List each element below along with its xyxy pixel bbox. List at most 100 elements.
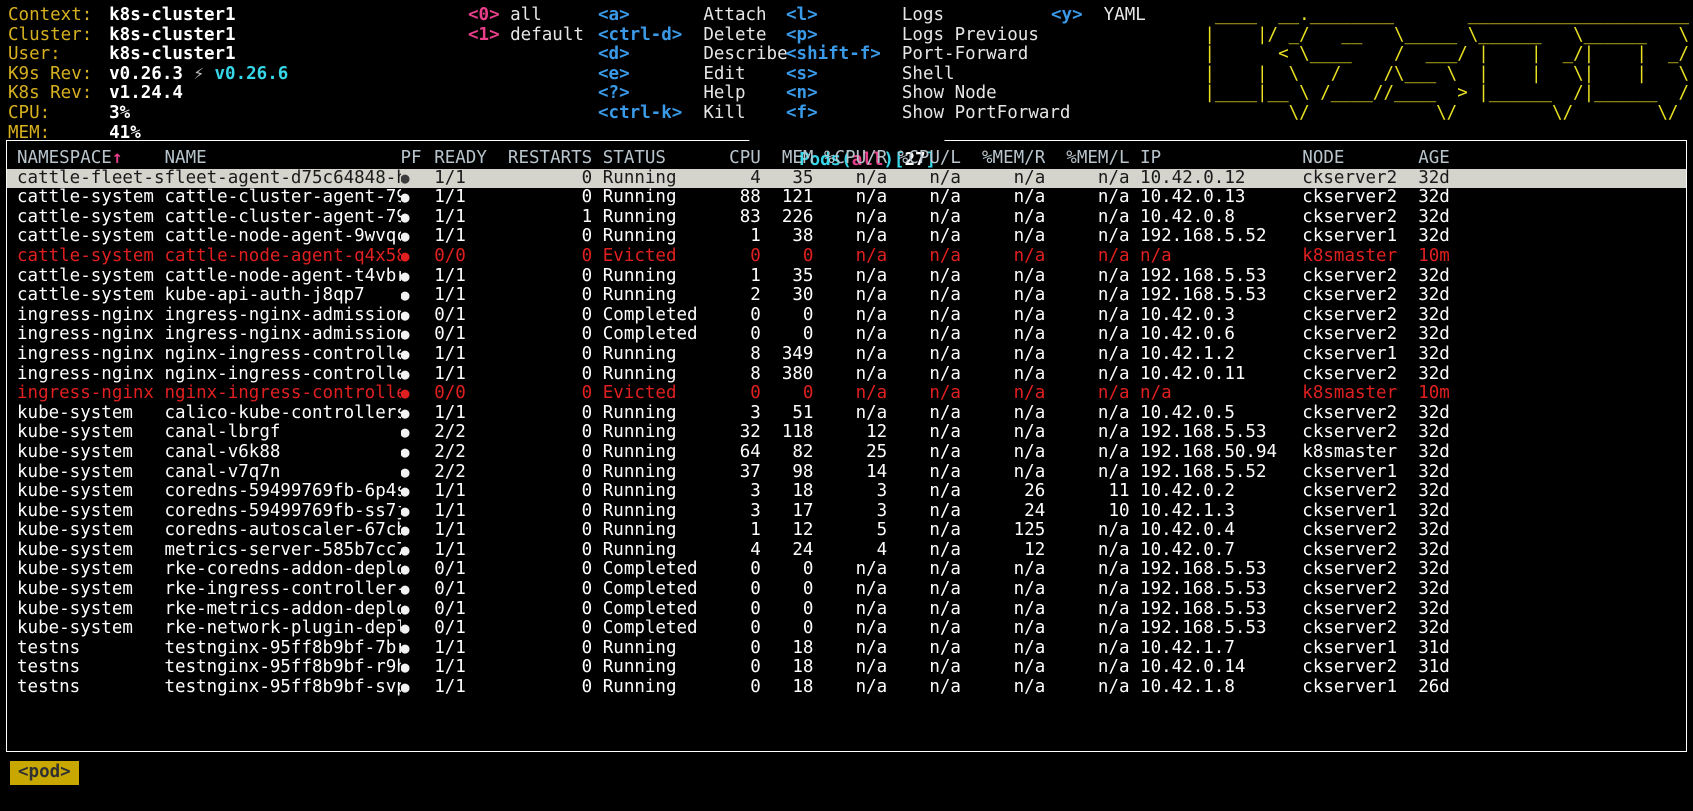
column-header-name[interactable]: NAME [165, 149, 401, 169]
command-shortcut-key[interactable]: <f> [786, 103, 902, 124]
table-row[interactable]: cattle-system cattle-cluster-agent-797bb8… [7, 188, 1686, 208]
command-shortcut-key[interactable]: <y> [1051, 5, 1104, 26]
k9s-header: Context: k8s-cluster1 Cluster: k8s-cluster1… [0, 0, 1693, 142]
table-header-row[interactable]: NAMESPACE↑ NAME PF READY RESTARTS STATUS CPU ME… [7, 149, 1686, 169]
upgrade-bolt-icon: ⚡ [182, 63, 215, 84]
table-row[interactable]: kube-system canal-lbrgf ● 2/2 0 Running 32 118 1… [7, 423, 1686, 443]
column-header-status[interactable]: STATUS [603, 149, 719, 169]
column-header-ready[interactable]: READY [434, 149, 497, 169]
cell-status: Running [602, 638, 677, 658]
command-shortcut-key[interactable]: <e> [598, 64, 703, 85]
table-row[interactable]: ingress-nginx ingress-nginx-admission-cre… [7, 306, 1686, 326]
cell-namespace: kube-system [17, 540, 133, 560]
command-shortcut-row[interactable]: <a> Attach [598, 5, 788, 26]
table-row[interactable]: testns testnginx-95ff8b9bf-7brwk● 1/1 0 Runn… [7, 639, 1686, 659]
table-row[interactable]: kube-system metrics-server-585b7cc746-9wt… [7, 541, 1686, 561]
namespace-shortcut-key[interactable]: <0> [468, 5, 510, 26]
command-shortcut-row[interactable]: <?> Help [598, 84, 788, 104]
table-row[interactable]: cattle-system kube-api-auth-j8qp7 ● 1/1 0 Run… [7, 286, 1686, 306]
command-shortcut-row[interactable]: <e> Edit [598, 64, 788, 85]
cell-ip: 10.42.0.8 [1140, 207, 1235, 227]
command-shortcut-key[interactable]: <p> [786, 25, 902, 46]
table-header-row[interactable]: NAMESPACE↑ NAME PF READY RESTARTS STATUS CPU ME… [7, 149, 1686, 169]
command-shortcut-row[interactable]: <s> Shell [786, 64, 1070, 85]
cell-cpu-request-pct: n/a [855, 619, 888, 639]
table-row[interactable]: kube-system coredns-59499769fb-6p4sv● 1/1 0… [7, 482, 1686, 502]
table-row[interactable]: kube-system rke-coredns-addon-deploy-job-… [7, 560, 1686, 580]
table-row[interactable]: kube-system canal-v6k88 ● 2/2 0 Running 64 82 25… [7, 443, 1686, 463]
table-row[interactable]: cattle-system cattle-node-agent-q4x58● 0/0… [7, 247, 1686, 267]
cluster-info-key: User: [8, 44, 61, 65]
table-row[interactable]: kube-system coredns-autoscaler-67cbd4599c… [7, 521, 1686, 541]
namespace-shortcut-row[interactable]: <0> all [468, 5, 584, 26]
table-row[interactable]: ingress-nginx nginx-ingress-controller-q6… [7, 365, 1686, 385]
command-shortcut-key[interactable]: <shift-f> [786, 45, 902, 65]
cell-name: calico-kube-controllers-74df54cbb7-4lbgh [164, 403, 401, 423]
column-header-pf[interactable]: PF [401, 149, 435, 169]
cell-portforward: ● [401, 345, 435, 365]
command-shortcut-row[interactable]: <d> Describe [598, 44, 788, 65]
column-header-restarts[interactable]: RESTARTS [497, 149, 602, 169]
namespace-shortcut-row[interactable]: <1> default [468, 25, 584, 46]
command-shortcut-row[interactable]: <p> Logs Previous [786, 25, 1070, 46]
pods-table[interactable]: NAMESPACE↑ NAME PF READY RESTARTS STATUS CPU ME… [7, 141, 1686, 751]
command-shortcut-key[interactable]: <a> [598, 5, 703, 26]
command-shortcut-key[interactable]: <ctrl-k> [598, 103, 703, 124]
cluster-info-row: Context: k8s-cluster1 [8, 5, 288, 26]
cell-cpu: 0 [750, 384, 761, 404]
namespace-shortcut-key[interactable]: <1> [468, 25, 510, 46]
column-header-ip[interactable]: IP [1130, 149, 1303, 169]
cell-name: canal-v7q7n [164, 462, 281, 482]
command-shortcut-key[interactable]: <ctrl-d> [598, 25, 703, 46]
table-row[interactable]: kube-system canal-v7q7n ● 2/2 0 Running 37 98 14… [7, 463, 1686, 483]
column-header-mem-r[interactable]: %MEM/R [961, 149, 1045, 169]
command-shortcut-row[interactable]: <ctrl-k> Kill [598, 103, 788, 124]
command-shortcut-key[interactable]: <d> [598, 45, 703, 65]
cell-portforward: ● [401, 247, 435, 267]
column-header-namespace[interactable]: NAMESPACE↑ [17, 149, 165, 169]
table-row[interactable]: testns testnginx-95ff8b9bf-svpm8● 1/1 0 Runn… [7, 678, 1686, 698]
column-header-cpu-l[interactable]: %CPU/L [887, 149, 961, 169]
column-header-cpu[interactable]: CPU [719, 149, 761, 169]
column-header-age[interactable]: AGE [1418, 149, 1471, 169]
cell-namespace: ingress-nginx [17, 325, 154, 345]
command-shortcut-key[interactable]: <l> [786, 5, 902, 26]
table-row[interactable]: kube-system rke-metrics-addon-deploy-job-… [7, 600, 1686, 620]
table-row[interactable]: ingress-nginx ingress-nginx-admission-pat… [7, 325, 1686, 345]
column-header-cpu-r[interactable]: %CPU/R [813, 149, 887, 169]
cell-ip: 10.42.0.14 [1140, 658, 1246, 678]
command-shortcut-key[interactable]: <s> [786, 64, 902, 85]
resource-badge[interactable]: <pod> [10, 761, 79, 785]
command-shortcut-key[interactable]: <n> [786, 84, 902, 104]
column-header-mem[interactable]: MEM [761, 149, 814, 169]
cell-status: Running [602, 207, 677, 227]
table-row[interactable]: kube-system coredns-59499769fb-ss7jr● 1/1 0… [7, 502, 1686, 522]
command-shortcut-row[interactable]: <n> Show Node [786, 84, 1070, 104]
table-row[interactable]: ingress-nginx nginx-ingress-controller-qt… [7, 384, 1686, 404]
command-shortcut-row[interactable]: <ctrl-d> Delete [598, 25, 788, 46]
table-row[interactable]: kube-system rke-network-plugin-deploy-job… [7, 619, 1686, 639]
table-body[interactable]: cattle-fleet-systemfleet-agent-d75c64848… [7, 168, 1686, 698]
command-shortcut-row[interactable]: <y> YAML [1051, 5, 1146, 26]
command-shortcut-row[interactable]: <l> Logs [786, 5, 1070, 26]
cell-ready: 0/1 [434, 305, 466, 325]
cell-status: Running [602, 403, 677, 423]
table-row[interactable]: cattle-system cattle-node-agent-9wvqc● 1/1… [7, 227, 1686, 247]
command-shortcut-key[interactable]: <?> [598, 84, 703, 104]
column-header-mem-l[interactable]: %MEM/L [1045, 149, 1129, 169]
table-row[interactable]: cattle-system cattle-node-agent-t4vbr● 1/1… [7, 267, 1686, 287]
table-row[interactable]: cattle-fleet-systemfleet-agent-d75c64848… [7, 168, 1686, 189]
command-shortcut-row[interactable]: <shift-f> Port-Forward [786, 44, 1070, 65]
table-row[interactable]: kube-system calico-kube-controllers-74df5… [7, 404, 1686, 424]
table-row[interactable]: ingress-nginx nginx-ingress-controller-5b… [7, 345, 1686, 365]
command-shortcut-row[interactable]: <f> Show PortForward [786, 103, 1070, 124]
table-row[interactable]: testns testnginx-95ff8b9bf-r9h7s● 1/1 0 Runn… [7, 658, 1686, 678]
table-row[interactable]: kube-system rke-ingress-controller-deploy… [7, 580, 1686, 600]
sort-ascending-icon[interactable]: ↑ [112, 149, 123, 168]
cell-mem-limit-pct: n/a [1097, 678, 1130, 698]
column-header-node[interactable]: NODE [1302, 149, 1418, 169]
cell-ip: 10.42.0.4 [1140, 521, 1235, 541]
cluster-info-value: 3% [109, 102, 131, 123]
table-row[interactable]: cattle-system cattle-cluster-agent-797bb8… [7, 208, 1686, 228]
cell-cpu: 83 [739, 207, 761, 227]
